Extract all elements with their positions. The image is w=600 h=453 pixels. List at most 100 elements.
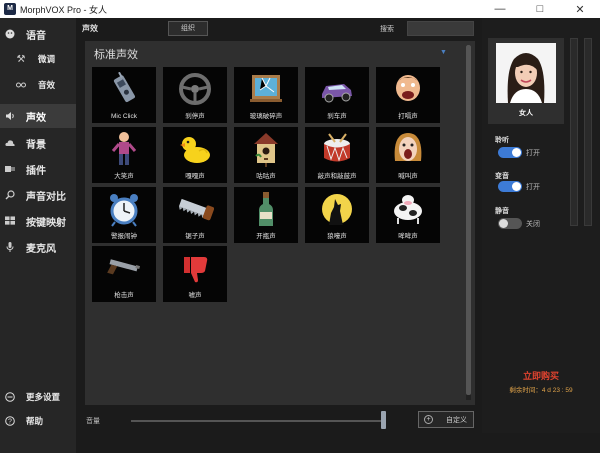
laughing-man-icon <box>92 131 156 167</box>
section-title: 声效 <box>82 24 98 33</box>
cow-icon <box>376 191 440 227</box>
steering-wheel-icon <box>163 71 227 107</box>
effect-name: 嘎嘎声 <box>185 173 205 180</box>
listen-label: 聆听 <box>495 137 509 144</box>
minimize-icon[interactable]: — <box>480 0 520 18</box>
volume-slider[interactable] <box>131 420 383 422</box>
scrollbar[interactable] <box>466 45 471 400</box>
screaming-face-icon <box>376 131 440 167</box>
effect-tile[interactable]: 狼嚎声 <box>305 187 369 243</box>
volume-slider-handle[interactable] <box>381 411 386 429</box>
sidebar-item-effects[interactable]: 声效 <box>0 104 76 128</box>
morph-toggle[interactable] <box>498 181 522 192</box>
toggle-knob <box>512 148 521 157</box>
duck-icon <box>163 131 227 167</box>
search-label: 搜索 <box>380 26 394 33</box>
panel-title: 标准声效 <box>94 49 138 61</box>
effect-tile[interactable]: 枪击声 <box>92 246 156 302</box>
effect-name: 开瓶声 <box>256 233 276 240</box>
birdhouse-icon <box>234 131 298 167</box>
walkie-talkie-icon <box>92 71 156 107</box>
gun-icon <box>92 250 156 286</box>
effect-tile[interactable]: 咕咕声 <box>234 127 298 183</box>
sidebar-item-microphone[interactable]: 麦克风 <box>0 235 76 259</box>
status-bar <box>76 433 600 453</box>
level-meter-left <box>570 38 578 226</box>
sidebar-item-compare[interactable]: 声音对比 <box>0 183 76 207</box>
face-icon <box>5 29 15 39</box>
svg-text:?: ? <box>8 419 12 426</box>
buy-now-link[interactable]: 立即购买 <box>482 369 600 382</box>
howling-wolf-icon <box>305 191 369 227</box>
effect-tile[interactable]: 嘘声 <box>163 246 227 302</box>
custom-button[interactable]: + 自定义 <box>418 411 474 428</box>
sidebar-item-label: 微调 <box>38 54 56 64</box>
thumbs-down-icon <box>163 250 227 286</box>
mute-toggle[interactable] <box>498 218 522 229</box>
help-button[interactable]: ? 帮助 <box>0 409 76 433</box>
sidebar-item-label: 声效 <box>26 112 46 124</box>
organize-button[interactable]: 组织 <box>168 21 208 36</box>
window-title: MorphVOX Pro - 女人 <box>20 4 108 15</box>
mute-label: 静音 <box>495 208 509 215</box>
effect-tile[interactable]: Mic Click <box>92 67 156 123</box>
close-icon[interactable]: ✕ <box>560 0 600 18</box>
search-input[interactable] <box>407 21 474 36</box>
effect-tile[interactable]: 警报闹钟 <box>92 187 156 243</box>
sidebar-item-voice[interactable]: 语音 <box>0 22 76 46</box>
scrollbar-thumb[interactable] <box>466 45 471 395</box>
listen-toggle[interactable] <box>498 147 522 158</box>
voice-avatar <box>496 43 556 103</box>
sidebar-item-label: 音效 <box>38 80 56 90</box>
effect-name: 玻璃破碎声 <box>249 113 283 120</box>
effect-name: 大笑声 <box>114 173 134 180</box>
effect-tile[interactable]: 嘎嘎声 <box>163 127 227 183</box>
sidebar-item-label: 背景 <box>26 139 46 151</box>
effect-tile[interactable]: 刹车声 <box>305 67 369 123</box>
remaining-label: 剩余时间： <box>509 387 542 394</box>
sidebar-item-tweak[interactable]: ⚒ 微调 <box>0 47 76 71</box>
effect-name: 枪击声 <box>114 292 134 299</box>
effect-name: 嘘声 <box>188 292 202 299</box>
cloud-icon <box>5 138 15 148</box>
sidebar-item-label: 声音对比 <box>26 191 66 203</box>
keyboard-icon <box>5 216 15 226</box>
help-label: 帮助 <box>26 416 44 426</box>
magnifier-icon <box>5 190 15 200</box>
tools-icon: ⚒ <box>16 53 26 65</box>
sidebar-item-plugins[interactable]: 插件 <box>0 157 76 181</box>
effect-tile[interactable]: 刹停声 <box>163 67 227 123</box>
collapse-icon[interactable]: ▼ <box>440 49 447 56</box>
burping-face-icon <box>376 71 440 107</box>
bottle-icon <box>234 191 298 227</box>
effect-tile[interactable]: 大笑声 <box>92 127 156 183</box>
listen-state: 打开 <box>526 150 540 157</box>
speaker-icon <box>5 111 15 121</box>
sidebar-item-sound[interactable]: 音效 <box>0 73 76 97</box>
volume-label: 音量 <box>86 418 100 425</box>
effect-tile[interactable]: 敲声和敲鼓声 <box>305 127 369 183</box>
sidebar-item-background[interactable]: 背景 <box>0 131 76 155</box>
effect-name: 刹停声 <box>185 113 205 120</box>
voice-card[interactable]: 女人 <box>488 38 564 124</box>
alarm-clock-icon <box>92 191 156 227</box>
effect-name: 咕咕声 <box>256 173 276 180</box>
morph-label: 变音 <box>495 173 509 180</box>
effect-name: 敲声和敲鼓声 <box>317 173 357 180</box>
app-icon: M <box>4 3 16 15</box>
maximize-icon[interactable]: □ <box>520 0 560 18</box>
effect-tile[interactable]: 打嗝声 <box>376 67 440 123</box>
effect-tile[interactable]: 玻璃破碎声 <box>234 67 298 123</box>
more-settings-button[interactable]: 更多设置 <box>0 385 76 409</box>
question-icon: ? <box>5 416 15 426</box>
effect-name: 哞哞声 <box>398 233 418 240</box>
effect-tile[interactable]: 锯子声 <box>163 187 227 243</box>
effect-name: 警报闹钟 <box>111 233 137 240</box>
effect-tile[interactable]: 喊叫声 <box>376 127 440 183</box>
effect-tile[interactable]: 哞哞声 <box>376 187 440 243</box>
effect-name: 刹车声 <box>327 113 347 120</box>
sidebar-item-keymap[interactable]: 按键映射 <box>0 209 76 233</box>
effect-tile[interactable]: 开瓶声 <box>234 187 298 243</box>
plugin-icon <box>5 164 15 174</box>
microphone-icon <box>5 242 15 252</box>
